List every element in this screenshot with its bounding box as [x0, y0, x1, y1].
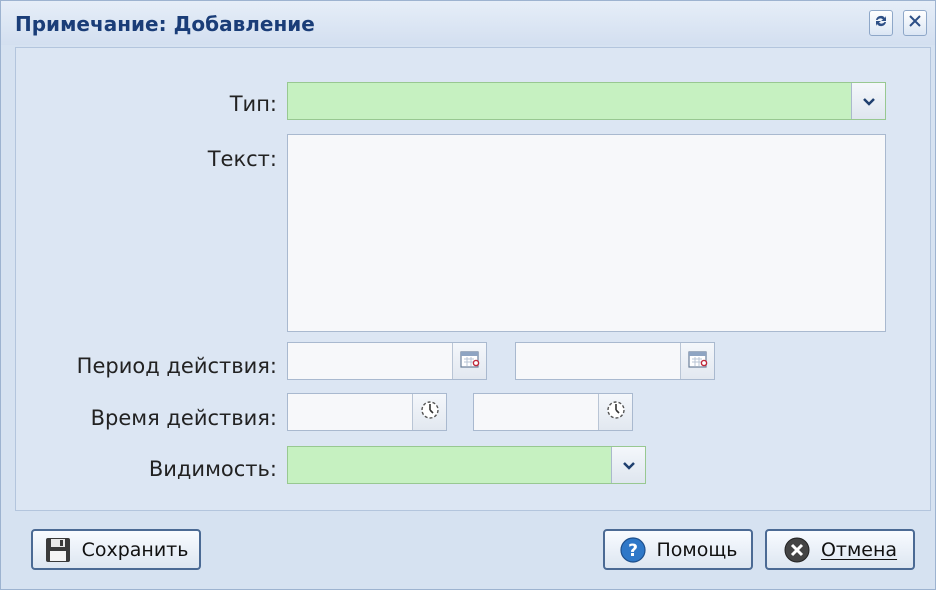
svg-text:?: ?: [628, 541, 638, 561]
refresh-icon: [873, 13, 889, 33]
period-from-date-field[interactable]: [287, 342, 487, 380]
cancel-button[interactable]: Отмена: [765, 529, 915, 570]
note-add-dialog: Примечание: Добавление Тип: Текст: Перио…: [0, 0, 936, 590]
help-icon: ?: [619, 536, 647, 564]
time-to-clock-button[interactable]: [598, 394, 632, 430]
cancel-icon: [783, 536, 811, 564]
visibility-combobox[interactable]: [287, 446, 646, 484]
clock-icon: [419, 399, 441, 425]
save-button-label: Сохранить: [81, 538, 189, 561]
chevron-down-icon: [622, 456, 636, 475]
help-button[interactable]: ? Помощь: [603, 529, 753, 570]
period-to-date-field[interactable]: [515, 342, 715, 380]
text-textarea[interactable]: [287, 134, 886, 332]
visibility-dropdown-button[interactable]: [611, 447, 645, 483]
period-label: Период действия:: [76, 354, 277, 378]
window-title: Примечание: Добавление: [15, 12, 315, 36]
help-button-label: Помощь: [656, 538, 738, 561]
type-combobox[interactable]: [287, 82, 886, 120]
type-label: Тип:: [229, 92, 277, 116]
clock-icon: [605, 399, 627, 425]
floppy-disk-icon: [44, 536, 72, 564]
time-to-field[interactable]: [473, 393, 633, 431]
period-to-calendar-button[interactable]: [680, 343, 714, 379]
time-from-field[interactable]: [287, 393, 447, 431]
save-button[interactable]: Сохранить: [31, 529, 201, 570]
title-bar[interactable]: Примечание: Добавление: [1, 1, 935, 45]
cancel-button-label: Отмена: [820, 538, 898, 561]
chevron-down-icon: [862, 92, 876, 111]
type-dropdown-button[interactable]: [851, 83, 885, 119]
time-label: Время действия:: [90, 406, 277, 430]
close-button[interactable]: [903, 10, 927, 36]
time-from-clock-button[interactable]: [412, 394, 446, 430]
close-icon: [908, 14, 922, 32]
text-label: Текст:: [207, 147, 277, 171]
calendar-icon: [687, 349, 709, 373]
refresh-button[interactable]: [869, 10, 893, 36]
period-from-calendar-button[interactable]: [452, 343, 486, 379]
calendar-icon: [459, 349, 481, 373]
visibility-label: Видимость:: [148, 457, 277, 481]
